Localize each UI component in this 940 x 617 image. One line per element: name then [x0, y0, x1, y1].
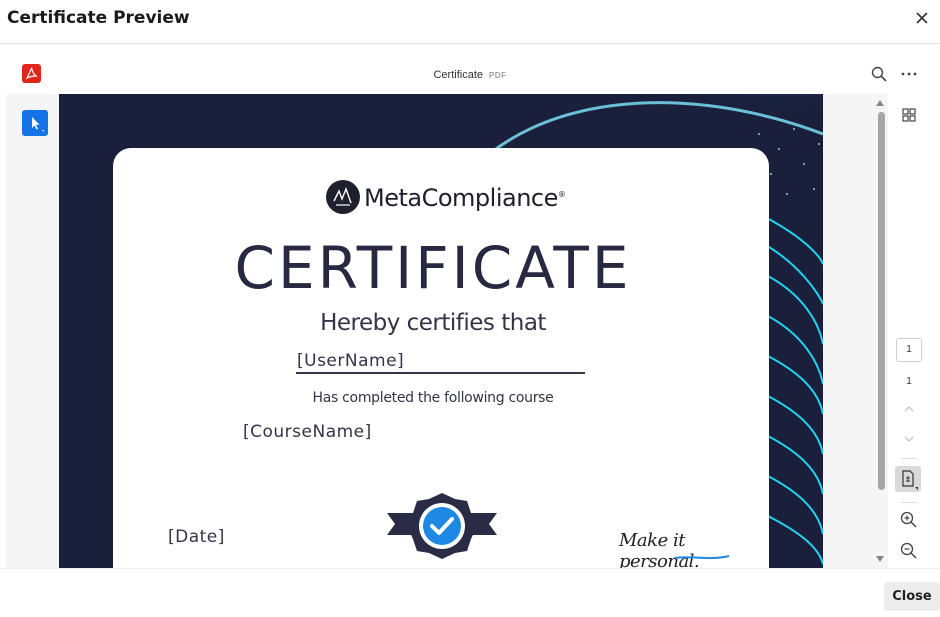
certificate-card: MetaCompliance® CERTIFICATE Hereby certi… [113, 148, 769, 568]
chevron-down-icon[interactable] [902, 434, 916, 444]
left-tool-rail [6, 94, 59, 568]
right-tool-rail: 1 1 [888, 94, 940, 568]
certificate-title: CERTIFICATE [234, 234, 632, 302]
modal-header: Certificate Preview [0, 0, 940, 44]
page-gutter [823, 94, 873, 568]
chevron-up-icon[interactable] [902, 404, 916, 414]
select-tool-button[interactable] [22, 110, 48, 136]
page-number-input[interactable]: 1 [896, 338, 922, 362]
document-name: Certificate [433, 69, 484, 81]
search-icon[interactable] [871, 66, 887, 82]
scroll-down-arrow[interactable] [876, 556, 884, 562]
signature-underline [674, 555, 730, 560]
grid-icon[interactable] [902, 108, 916, 122]
registered-mark: ® [557, 190, 566, 199]
pdf-viewer-toolbar: Certificate PDF [0, 44, 940, 94]
completed-text: Has completed the following course [312, 390, 554, 406]
brand-name: MetaCompliance® [364, 184, 566, 212]
username-placeholder: [UserName] [297, 351, 405, 371]
more-horizontal-icon[interactable] [900, 66, 918, 82]
fit-page-icon [902, 470, 918, 490]
close-icon[interactable] [914, 10, 930, 26]
modal-title: Certificate Preview [7, 8, 190, 28]
modal-footer: Close [0, 568, 940, 617]
fit-page-button[interactable] [895, 466, 921, 492]
brand-name-text: MetaCompliance [364, 184, 558, 212]
metacompliance-logo-icon [326, 180, 360, 214]
course-placeholder: [CourseName] [243, 422, 372, 442]
username-underline [296, 372, 585, 374]
zoom-out-icon[interactable] [900, 542, 917, 559]
scrollbar-thumb[interactable] [878, 112, 885, 490]
check-badge-icon [387, 493, 497, 559]
pointer-icon [32, 117, 44, 132]
signature-text: Make it personal. [619, 530, 700, 568]
certificate-subtitle: Hereby certifies that [320, 310, 546, 336]
pdf-page: MetaCompliance® CERTIFICATE Hereby certi… [59, 94, 823, 568]
page-total: 1 [906, 376, 912, 387]
rail-divider [901, 458, 917, 459]
zoom-in-icon[interactable] [900, 511, 917, 528]
document-type: PDF [489, 71, 507, 80]
scroll-up-arrow[interactable] [876, 100, 884, 106]
close-button[interactable]: Close [884, 582, 940, 611]
vertical-scrollbar[interactable] [873, 94, 888, 568]
rail-divider [901, 502, 917, 503]
date-placeholder: [Date] [168, 527, 225, 547]
document-title: Certificate PDF [0, 69, 940, 81]
